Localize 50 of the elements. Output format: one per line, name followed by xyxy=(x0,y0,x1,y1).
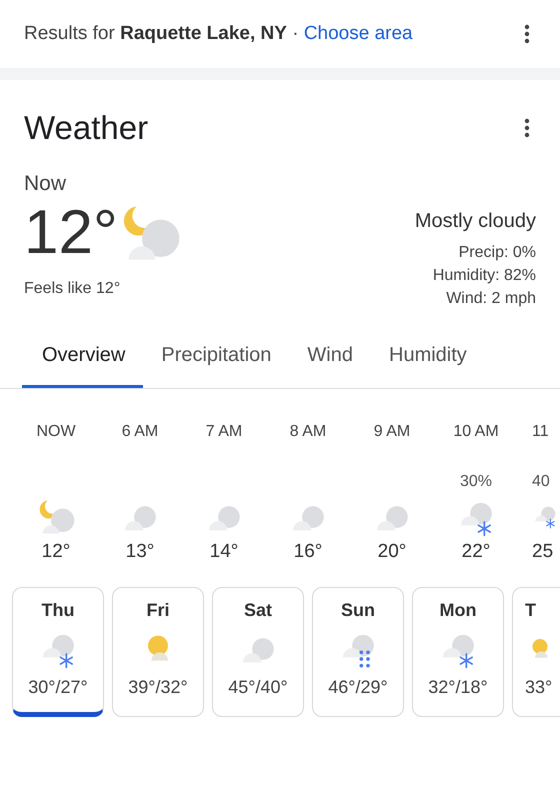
day-name: T xyxy=(525,600,536,621)
day-card[interactable]: Thu 30°/27° xyxy=(12,587,104,717)
hour-label: 9 AM xyxy=(374,423,410,441)
day-card[interactable]: Mon 32°/18° xyxy=(412,587,504,717)
hour-temperature: 13° xyxy=(126,541,154,563)
hour-label: 7 AM xyxy=(206,423,242,441)
current-temperature: 12° xyxy=(24,198,118,268)
hour-temperature: 16° xyxy=(294,541,322,563)
day-name: Mon xyxy=(440,600,476,621)
hour-temperature: 22° xyxy=(462,541,490,563)
detail-text: Wind: 2 mph xyxy=(446,289,536,309)
day-temperatures: 45°/40° xyxy=(228,677,288,698)
day-card[interactable]: Sat 45°/40° xyxy=(212,587,304,717)
now-label: Now xyxy=(24,172,68,196)
day-temperatures: 30°/27° xyxy=(28,677,88,698)
day-card[interactable]: Fri 39°/32° xyxy=(112,587,204,717)
hour-temperature: 25 xyxy=(532,541,554,563)
hour-label: 8 AM xyxy=(290,423,326,441)
tab[interactable]: Wind xyxy=(289,336,371,388)
feels-like-text: Feels like 12° xyxy=(24,280,122,298)
hour-temperature: 14° xyxy=(210,541,238,563)
day-name: Thu xyxy=(42,600,74,621)
card-title: Weather xyxy=(24,109,148,147)
hour-label: 10 AM xyxy=(453,423,499,441)
precip-chance: 40 xyxy=(532,473,550,491)
hour-temperature: 12° xyxy=(42,541,70,563)
detail-text: Precip: 0% xyxy=(458,243,536,263)
day-card[interactable]: Sun 46°/29° xyxy=(312,587,404,717)
hour-label: NOW xyxy=(36,423,76,441)
day-name: Fri xyxy=(146,600,170,621)
hour-label: 11 xyxy=(532,423,549,441)
tab[interactable]: Humidity xyxy=(371,336,485,388)
more-icon[interactable] xyxy=(524,118,530,138)
detail-text: Humidity: 82% xyxy=(432,266,536,286)
more-icon[interactable] xyxy=(524,24,530,44)
day-temperatures: 32°/18° xyxy=(428,677,488,698)
results-text: Results for Raquette Lake, NY · Choose area xyxy=(24,23,413,45)
hour-temperature: 20° xyxy=(378,541,406,563)
day-temperatures: 39°/32° xyxy=(128,677,188,698)
condition-text: Mostly cloudy xyxy=(414,210,536,233)
tab[interactable]: Overview xyxy=(22,336,144,388)
choose-area-link[interactable]: Choose area xyxy=(304,23,413,44)
tab[interactable]: Precipitation xyxy=(143,336,290,388)
day-name: Sat xyxy=(244,600,272,621)
precip-chance: 30% xyxy=(460,473,492,491)
day-name: Sun xyxy=(341,600,375,621)
day-card[interactable]: T 33° xyxy=(512,587,560,717)
hour-label: 6 AM xyxy=(122,423,158,441)
day-temperatures: 33° xyxy=(525,677,552,698)
day-temperatures: 46°/29° xyxy=(328,677,388,698)
